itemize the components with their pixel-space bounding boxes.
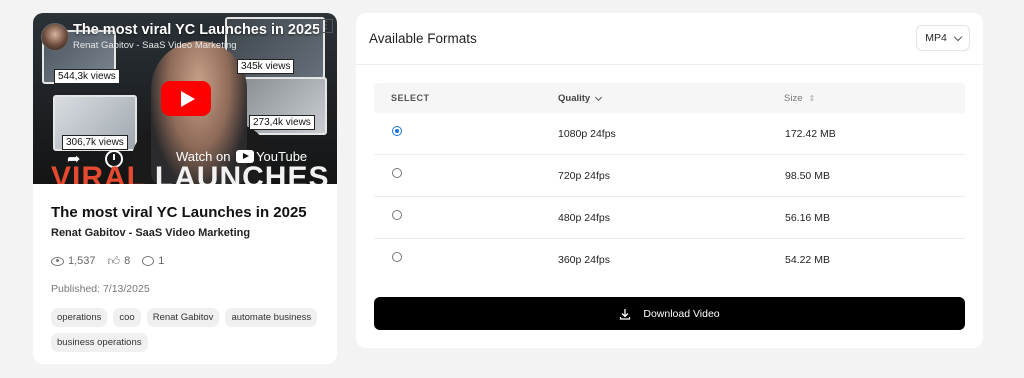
table-row[interactable]: 720p 24fps 98.50 MB	[374, 155, 965, 197]
tag: operations	[51, 308, 108, 327]
comments-count: 1	[158, 255, 165, 267]
views-tag: 306,7k views	[62, 135, 128, 150]
column-header-quality[interactable]: Quality	[558, 93, 603, 104]
published-date: Published: 7/13/2025	[51, 283, 150, 295]
views-count: 1,537	[68, 255, 96, 267]
comments-stat: 1	[142, 255, 164, 267]
menu-icon[interactable]: ⋮	[319, 19, 333, 33]
column-header-size[interactable]: Size ⇕	[784, 93, 815, 104]
tag: Renat Gabitov	[146, 308, 220, 327]
download-label: Download Video	[643, 307, 720, 320]
youtube-label: YouTube	[256, 149, 308, 164]
channel-avatar[interactable]	[41, 23, 69, 51]
likes-stat: 👍︎ 8	[108, 255, 131, 267]
chevron-down-icon	[595, 93, 603, 101]
chevron-down-icon	[953, 32, 963, 41]
video-thumbnail[interactable]: The most viral YC Launches in 2025 Renat…	[33, 13, 337, 184]
video-stats: 1,537 👍︎ 8 1	[51, 255, 319, 267]
watch-on-youtube[interactable]: Watch on YouTube	[176, 149, 307, 164]
thumbnail-title[interactable]: The most viral YC Launches in 2025	[73, 22, 328, 38]
overlay-word-launches: LAUNCHES	[154, 161, 330, 184]
views-tag: 345k views	[237, 59, 295, 74]
quality-cell: 1080p 24fps	[558, 128, 616, 140]
formats-title: Available Formats	[369, 31, 477, 46]
tag: business operations	[51, 333, 148, 352]
overlay-word-viral: VIRAL	[51, 161, 146, 184]
quality-cell: 720p 24fps	[558, 170, 610, 182]
quality-header-label: Quality	[558, 93, 591, 104]
formats-card: Available Formats MP4 SELECT Quality Siz…	[356, 13, 983, 348]
thumbnail-overlay-text: VIRAL LAUNCHES	[51, 161, 329, 184]
size-cell: 172.42 MB	[785, 128, 836, 140]
views-tag: 273,4k views	[249, 115, 315, 130]
column-header-select: SELECT	[391, 93, 430, 103]
views-stat: 1,537	[51, 255, 96, 267]
format-radio[interactable]	[392, 168, 402, 178]
table-row[interactable]: 360p 24fps 54.22 MB	[374, 239, 965, 280]
quality-cell: 360p 24fps	[558, 254, 610, 266]
video-title: The most viral YC Launches in 2025	[51, 204, 307, 221]
table-header: SELECT Quality Size ⇕	[374, 83, 965, 113]
youtube-logo-icon	[236, 150, 255, 163]
formats-header: Available Formats MP4	[356, 13, 983, 65]
video-card: The most viral YC Launches in 2025 Renat…	[33, 13, 337, 364]
size-cell: 98.50 MB	[785, 170, 830, 182]
format-radio[interactable]	[392, 252, 402, 262]
eye-icon	[51, 256, 64, 266]
tag-list: operations coo Renat Gabitov automate bu…	[51, 308, 319, 352]
thumbs-up-icon: 👍︎	[107, 254, 121, 268]
tag: coo	[113, 308, 141, 327]
comment-icon	[142, 256, 155, 266]
size-cell: 56.16 MB	[785, 212, 830, 224]
format-dropdown-value: MP4	[925, 32, 947, 44]
tag: automate business	[225, 308, 318, 327]
formats-table: SELECT Quality Size ⇕ 1080p 24fps 172.42…	[374, 83, 965, 280]
size-header-label: Size	[784, 93, 803, 104]
table-row[interactable]: 480p 24fps 56.16 MB	[374, 197, 965, 239]
quality-cell: 480p 24fps	[558, 212, 610, 224]
format-radio[interactable]	[392, 210, 402, 220]
table-row[interactable]: 1080p 24fps 172.42 MB	[374, 113, 965, 155]
download-icon	[619, 308, 631, 320]
format-radio[interactable]	[392, 126, 402, 136]
watch-on-label: Watch on	[176, 149, 231, 164]
play-icon[interactable]	[161, 81, 211, 116]
channel-name: Renat Gabitov - SaaS Video Marketing	[51, 227, 251, 239]
thumbnail-channel[interactable]: Renat Gabitov - SaaS Video Marketing	[73, 40, 237, 51]
size-cell: 54.22 MB	[785, 254, 830, 266]
likes-count: 8	[124, 255, 131, 267]
download-video-button[interactable]: Download Video	[374, 297, 965, 330]
views-tag: 544,3k views	[54, 69, 120, 84]
sort-icon: ⇕	[808, 94, 816, 103]
format-dropdown[interactable]: MP4	[916, 25, 970, 51]
